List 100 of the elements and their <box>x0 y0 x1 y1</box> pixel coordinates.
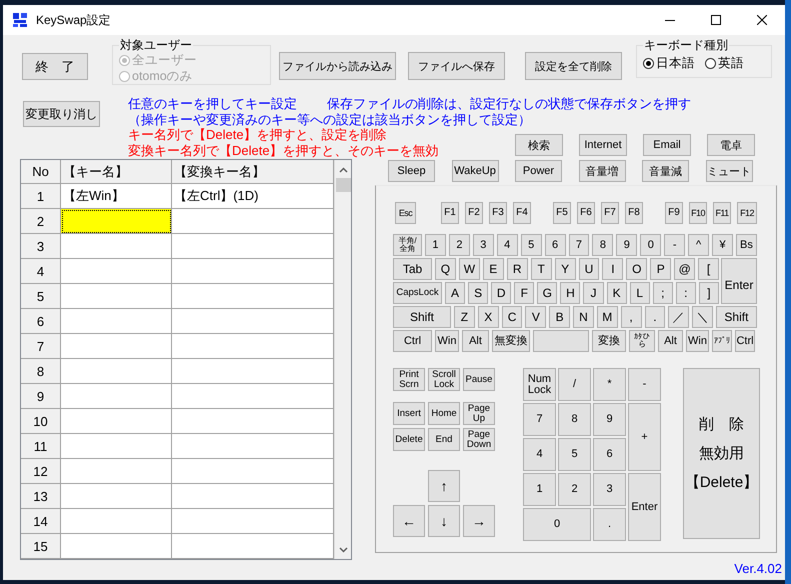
keyboard-key[interactable]: End <box>428 428 460 451</box>
special-key-button[interactable]: Sleep <box>388 160 435 182</box>
arrow-key[interactable]: ← <box>393 505 425 537</box>
keyboard-key[interactable]: ; <box>652 282 673 304</box>
numpad-key[interactable]: / <box>558 368 591 401</box>
keyboard-key[interactable]: 変換 <box>592 330 626 352</box>
numpad-key[interactable]: 0 <box>523 508 591 541</box>
table-cell[interactable] <box>61 384 172 409</box>
radio-button[interactable] <box>643 58 654 68</box>
keyboard-key[interactable]: Page Down <box>463 428 495 451</box>
keyboard-key[interactable]: Shift <box>393 306 451 328</box>
numpad-key[interactable]: 4 <box>523 438 556 471</box>
table-cell[interactable] <box>172 384 334 409</box>
table-cell[interactable] <box>61 484 172 509</box>
keyboard-key[interactable]: F6 <box>577 202 595 224</box>
keyboard-key[interactable]: F5 <box>553 202 571 224</box>
table-cell[interactable] <box>172 284 334 309</box>
keyboard-key[interactable]: 8 <box>592 234 614 256</box>
keyboard-key[interactable]: D <box>491 282 512 304</box>
keyboard-key[interactable]: . <box>644 306 666 328</box>
arrow-key[interactable]: ↑ <box>428 470 460 502</box>
keyboard-key[interactable]: Esc <box>395 202 416 224</box>
table-cell[interactable] <box>172 309 334 334</box>
table-cell[interactable] <box>61 409 172 434</box>
keyboard-key[interactable]: : <box>676 282 696 304</box>
keyboard-key[interactable]: B <box>549 306 570 328</box>
keyboard-key[interactable]: 9 <box>616 234 638 256</box>
numpad-key[interactable]: * <box>593 368 626 401</box>
keyboard-key[interactable]: 1 <box>425 234 446 256</box>
table-cell[interactable] <box>61 509 172 534</box>
keyboard-key[interactable]: ^ <box>688 234 710 256</box>
keyboard-key[interactable]: L <box>630 282 650 304</box>
keyboard-key[interactable]: Win <box>686 330 709 352</box>
keyboard-key[interactable]: ／ <box>668 306 690 328</box>
keyboard-key[interactable]: O <box>626 258 648 280</box>
table-cell[interactable]: 【左Ctrl】(1D) <box>172 184 334 209</box>
keyboard-key[interactable]: U <box>578 258 600 280</box>
keyboard-key[interactable]: Z <box>454 306 475 328</box>
keyboard-key[interactable]: 2 <box>448 234 470 256</box>
keyboard-key[interactable]: Print Scrn <box>393 368 425 391</box>
arrow-key[interactable]: ↓ <box>428 505 460 537</box>
keyboard-key[interactable]: K <box>606 282 627 304</box>
table-cell[interactable] <box>172 409 334 434</box>
keyboard-key[interactable]: 5 <box>520 234 542 256</box>
column-header[interactable]: 【変換キー名】 <box>172 160 334 184</box>
table-cell[interactable] <box>172 534 334 559</box>
table-cell[interactable] <box>172 209 334 234</box>
numpad-key[interactable]: 3 <box>593 473 626 506</box>
space-key[interactable] <box>533 330 589 352</box>
keyboard-key[interactable]: W <box>458 258 480 280</box>
keyboard-key[interactable]: C <box>502 306 522 328</box>
keyboard-key[interactable]: 無変換 <box>492 330 530 352</box>
keyboard-key[interactable]: I <box>602 258 624 280</box>
table-cell[interactable] <box>61 434 172 459</box>
numpad-key[interactable]: 7 <box>523 403 556 436</box>
keyboard-key[interactable]: E <box>482 258 504 280</box>
keyboard-key[interactable]: Pause <box>463 368 495 391</box>
keyboard-key[interactable]: - <box>664 234 686 256</box>
numpad-key[interactable]: - <box>628 368 661 401</box>
keyboard-key[interactable]: F12 <box>737 202 757 224</box>
keyboard-key[interactable]: Delete <box>393 428 425 451</box>
keyboard-key[interactable]: Y <box>554 258 576 280</box>
keyboard-key[interactable]: R <box>506 258 528 280</box>
table-cell[interactable] <box>172 334 334 359</box>
keyboard-key[interactable]: Bs <box>736 234 757 256</box>
undo-button[interactable]: 変更取り消し <box>23 101 100 127</box>
keyboard-key[interactable]: F4 <box>513 202 531 224</box>
keyboard-key[interactable]: N <box>573 306 594 328</box>
keyboard-key[interactable]: Home <box>428 402 460 425</box>
special-key-button[interactable]: WakeUp <box>452 160 498 182</box>
keyboard-key[interactable]: ＼ <box>692 306 713 328</box>
keyboard-key[interactable]: A <box>445 282 466 304</box>
keyboard-key[interactable]: 6 <box>544 234 566 256</box>
keyboard-key[interactable]: ｱﾌﾟﾘ <box>712 330 732 352</box>
keyboard-key[interactable]: Win <box>435 330 459 352</box>
radio-button[interactable] <box>705 58 716 68</box>
keyboard-key[interactable]: T <box>530 258 552 280</box>
scroll-thumb[interactable] <box>336 178 350 192</box>
keyboard-key[interactable]: F3 <box>489 202 507 224</box>
table-cell[interactable] <box>61 259 172 284</box>
numpad-key[interactable]: 5 <box>558 438 591 471</box>
table-cell[interactable] <box>172 509 334 534</box>
table-cell[interactable] <box>61 334 172 359</box>
numpad-key[interactable]: + <box>628 403 661 471</box>
delete-disable-button[interactable]: 削 除 無効用 【Delete】 <box>683 368 760 539</box>
keyboard-key[interactable]: F <box>514 282 534 304</box>
arrow-key[interactable]: → <box>463 505 495 537</box>
numpad-key[interactable]: 1 <box>523 473 556 506</box>
keyboard-key[interactable]: J <box>583 282 604 304</box>
keyboard-key[interactable]: , <box>620 306 642 328</box>
keyboard-key[interactable]: 4 <box>496 234 518 256</box>
keyboard-key[interactable]: Alt <box>658 330 683 352</box>
keyboard-key[interactable]: Alt <box>462 330 489 352</box>
numpad-key[interactable]: 6 <box>593 438 626 471</box>
exit-button[interactable]: 終 了 <box>22 53 88 80</box>
table-cell[interactable] <box>172 484 334 509</box>
keyboard-key[interactable]: 3 <box>472 234 494 256</box>
keyboard-key[interactable]: Ctrl <box>393 330 432 352</box>
scrollbar[interactable] <box>334 160 351 559</box>
keyboard-key[interactable]: G <box>537 282 558 304</box>
